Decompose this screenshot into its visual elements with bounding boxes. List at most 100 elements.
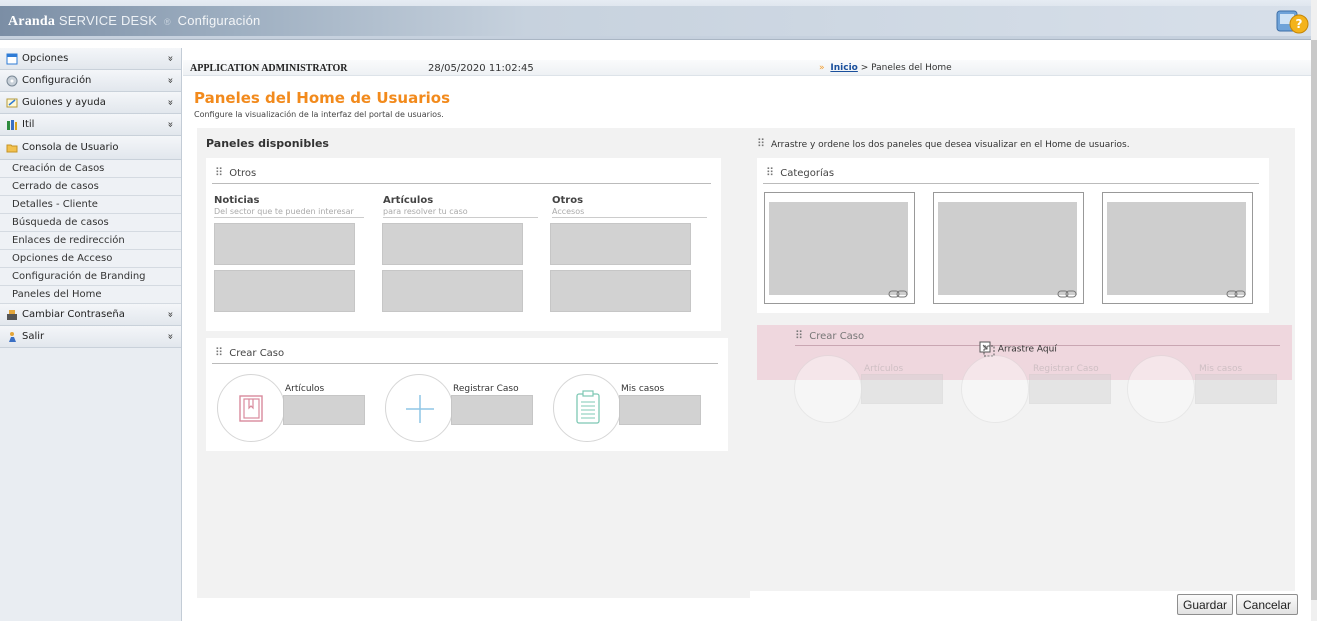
column-title: Otros: [552, 195, 584, 206]
chevron-down-icon[interactable]: »: [164, 99, 175, 105]
column-subtitle: Del sector que te pueden interesar: [214, 207, 354, 216]
my-cases-circle: [553, 374, 621, 442]
chevron-down-icon[interactable]: »: [164, 121, 175, 127]
drag-handle-icon: ⠿: [795, 329, 803, 342]
sidebar-group-consola[interactable]: Consola de Usuario: [0, 136, 181, 160]
articles-label: Artículos: [285, 384, 325, 394]
sidebar-item-opciones-de-acceso[interactable]: Opciones de Acceso: [0, 250, 181, 268]
ghost-my-cases-circle: [1127, 355, 1195, 423]
breadcrumb-home-link[interactable]: Inicio: [830, 63, 857, 73]
panel-crear-caso-header: ⠿ Crear Caso: [215, 346, 284, 359]
placeholder-tile: [382, 270, 523, 312]
help-icon[interactable]: ?: [1275, 8, 1309, 36]
sidebar-group-configuracion[interactable]: Configuración »: [0, 70, 181, 92]
panel-categorias-title: Categorías: [780, 168, 835, 179]
placeholder-tile: [283, 395, 365, 425]
main-content: APPLICATION ADMINISTRATOR 28/05/2020 11:…: [183, 48, 1311, 621]
chevron-down-icon[interactable]: »: [164, 311, 175, 317]
link-icon[interactable]: [1226, 289, 1246, 299]
plus-icon: [406, 395, 434, 423]
placeholder-tile: [550, 270, 691, 312]
current-datetime: 28/05/2020 11:02:45: [428, 63, 534, 74]
sidebar-group-cambiar-contrasena[interactable]: Cambiar Contraseña »: [0, 304, 181, 326]
arranged-panels: ⠿ Arrastre y ordene los dos paneles que …: [747, 128, 1295, 591]
available-panels-title: Paneles disponibles: [206, 137, 329, 150]
book-icon: [239, 395, 263, 422]
exit-icon: [9, 331, 16, 342]
placeholder-tile: [1195, 374, 1277, 404]
panel-crear-caso-title: Crear Caso: [229, 348, 285, 359]
panel-categorias[interactable]: ⠿ Categorías: [757, 158, 1269, 313]
breadcrumb: » Inicio > Paneles del Home: [819, 63, 952, 73]
articles-circle: [217, 374, 285, 442]
sidebar-group-label: Consola de Usuario: [22, 142, 119, 153]
register-circle: [385, 374, 453, 442]
ghost-articles-circle: [794, 355, 862, 423]
disk-icon: [6, 75, 18, 86]
drag-handle-icon[interactable]: ⠿: [215, 166, 223, 179]
sidebar-item-configuracion-de-branding[interactable]: Configuración de Branding: [0, 268, 181, 286]
scrollbar-thumb[interactable]: [1311, 40, 1317, 600]
divider: [763, 183, 1259, 184]
ghost-panel-title: Crear Caso: [809, 331, 865, 342]
breadcrumb-arrow: »: [819, 63, 825, 73]
divider: [383, 217, 538, 218]
save-button[interactable]: Guardar: [1177, 594, 1233, 615]
link-icon[interactable]: [888, 289, 908, 299]
sidebar-item-cerrado-de-casos[interactable]: Cerrado de casos: [0, 178, 181, 196]
brand-name: Aranda: [8, 14, 56, 29]
column-title: Noticias: [214, 195, 260, 206]
app-header: Aranda SERVICE DESK ® Configuración ?: [0, 0, 1317, 40]
sidebar-item-creacion-de-casos[interactable]: Creación de Casos: [0, 160, 181, 178]
sidebar-group-label: Itil: [22, 119, 35, 130]
chevron-down-icon[interactable]: »: [164, 333, 175, 339]
clipboard-icon: [576, 390, 600, 424]
folder-icon: [6, 144, 18, 152]
register-label: Registrar Caso: [453, 384, 519, 394]
sidebar-group-itil[interactable]: Itil »: [0, 114, 181, 136]
panel-otros-header: ⠿ Otros: [215, 166, 256, 179]
panel-crear-caso[interactable]: ⠿ Crear Caso Artículos Registrar Caso Mi…: [206, 338, 728, 451]
category-card[interactable]: [1102, 192, 1253, 304]
placeholder-tile: [214, 270, 355, 312]
column-subtitle: Accesos: [552, 207, 585, 216]
sidebar-group-label: Configuración: [22, 75, 92, 86]
drop-hint-label: Arrastre Aquí: [997, 344, 1057, 355]
sidebar-group-label: Cambiar Contraseña: [22, 309, 125, 320]
drag-handle-icon[interactable]: ⠿: [766, 166, 774, 179]
ghost-my-cases-label: Mis casos: [1199, 364, 1243, 374]
sidebar-group-guiones[interactable]: Guiones y ayuda »: [0, 92, 181, 114]
page-title: Paneles del Home de Usuarios: [194, 89, 451, 107]
sidebar-item-paneles-del-home[interactable]: Paneles del Home: [0, 286, 181, 304]
sidebar-item-detalles-cliente[interactable]: Detalles - Cliente: [0, 196, 181, 214]
sidebar-item-enlaces-de-redireccion[interactable]: Enlaces de redirección: [0, 232, 181, 250]
info-bar: APPLICATION ADMINISTRATOR 28/05/2020 11:…: [183, 60, 1311, 76]
drag-handle-icon: ⠿: [757, 137, 765, 150]
sidebar-group-opciones[interactable]: Opciones »: [0, 48, 181, 70]
placeholder-tile: [619, 395, 701, 425]
sidebar-group-salir[interactable]: Salir »: [0, 326, 181, 348]
placeholder-tile: [550, 223, 691, 265]
divider: [212, 363, 718, 364]
panel-otros[interactable]: ⠿ Otros Noticias Del sector que te puede…: [206, 158, 721, 331]
cancel-button[interactable]: Cancelar: [1236, 594, 1298, 615]
chevron-down-icon[interactable]: »: [164, 55, 175, 61]
column-title: Artículos: [383, 195, 434, 206]
category-card[interactable]: [764, 192, 915, 304]
script-icon: [6, 98, 18, 107]
placeholder-tile: [861, 374, 943, 404]
link-icon[interactable]: [1057, 289, 1077, 299]
my-cases-label: Mis casos: [621, 384, 665, 394]
placeholder-tile: [451, 395, 533, 425]
panel-otros-title: Otros: [229, 168, 257, 179]
current-user: APPLICATION ADMINISTRATOR: [190, 63, 348, 74]
arranged-instructions: ⠿ Arrastre y ordene los dos paneles que …: [757, 137, 1130, 150]
column-subtitle: para resolver tu caso: [383, 207, 468, 216]
window-icon: [6, 53, 18, 64]
sidebar-item-busqueda-de-casos[interactable]: Búsqueda de casos: [0, 214, 181, 232]
page-scrollbar[interactable]: [1311, 0, 1317, 621]
drag-handle-icon[interactable]: ⠿: [215, 346, 223, 359]
chevron-down-icon[interactable]: »: [164, 77, 175, 83]
category-card[interactable]: [933, 192, 1084, 304]
app-logo: Aranda SERVICE DESK ® Configuración: [8, 13, 260, 30]
